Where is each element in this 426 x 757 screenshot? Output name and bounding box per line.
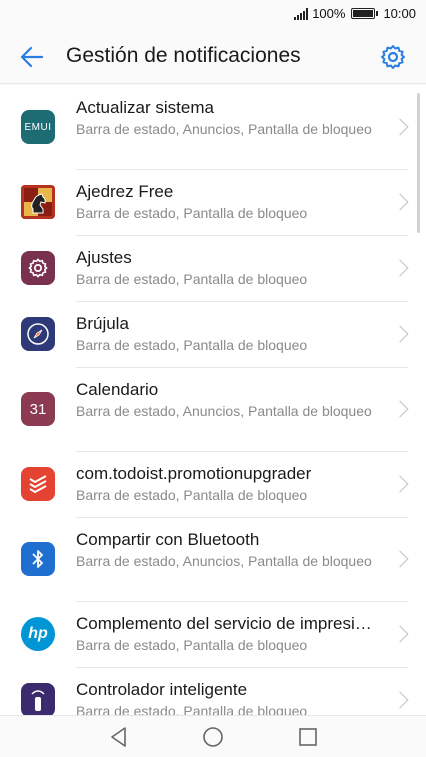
app-name: Actualizar sistema [76, 98, 214, 117]
app-notification-types: Barra de estado, Pantalla de bloqueo [76, 337, 308, 353]
list-item[interactable]: 31 Calendario Barra de estado, Anuncios,… [0, 367, 426, 452]
calendar-icon: 31 [21, 392, 55, 426]
chevron-right-icon [391, 400, 409, 418]
emui-logo-text: EMUI [24, 121, 52, 133]
app-name: Controlador inteligente [76, 680, 248, 699]
status-indicators: 100% 10:00 [294, 6, 416, 21]
app-name: com.todoist.promotionupgrader [76, 464, 312, 483]
list-item-texts: Calendario Barra de estado, Anuncios, Pa… [76, 379, 386, 421]
chevron-right-icon [391, 325, 409, 343]
chevron-right-icon [391, 691, 409, 709]
calendar-day-text: 31 [29, 400, 47, 418]
app-name: Complemento del servicio de impresi… [76, 614, 372, 633]
settings-gear-icon [21, 251, 55, 285]
app-name: Compartir con Bluetooth [76, 530, 260, 549]
list-item-texts: Ajustes Barra de estado, Pantalla de blo… [76, 247, 386, 289]
system-nav-bar [0, 715, 426, 757]
chevron-right-icon [391, 550, 409, 568]
list-item-texts: Controlador inteligente Barra de estado,… [76, 679, 386, 715]
list-item[interactable]: Ajustes Barra de estado, Pantalla de blo… [0, 235, 426, 302]
app-notification-types: Barra de estado, Anuncios, Pantalla de b… [76, 121, 372, 137]
app-notification-types: Barra de estado, Anuncios, Pantalla de b… [76, 553, 372, 569]
list-item[interactable]: Brújula Barra de estado, Pantalla de blo… [0, 301, 426, 368]
list-item[interactable]: Compartir con Bluetooth Barra de estado,… [0, 517, 426, 602]
chess-icon [21, 185, 55, 219]
clock: 10:00 [383, 6, 416, 21]
list-item-texts: Ajedrez Free Barra de estado, Pantalla d… [76, 181, 386, 223]
app-notification-types: Barra de estado, Pantalla de bloqueo [76, 637, 308, 653]
bluetooth-icon [21, 542, 55, 576]
app-notification-types: Barra de estado, Pantalla de bloqueo [76, 703, 308, 715]
list-item-texts: Brújula Barra de estado, Pantalla de blo… [76, 313, 386, 355]
hp-logo-text: hp [28, 625, 48, 642]
app-name: Ajedrez Free [76, 182, 174, 201]
remote-control-icon [21, 683, 55, 715]
signal-icon [294, 7, 309, 20]
app-name: Brújula [76, 314, 129, 333]
list-item[interactable]: Ajedrez Free Barra de estado, Pantalla d… [0, 169, 426, 236]
todoist-icon [21, 467, 55, 501]
scrollbar[interactable] [417, 93, 420, 233]
list-item[interactable]: hp Complemento del servicio de impresi… … [0, 601, 426, 668]
app-bar: Gestión de notificaciones [0, 30, 426, 84]
app-name: Ajustes [76, 248, 132, 267]
hp-icon: hp [21, 617, 55, 651]
list-item[interactable]: com.todoist.promotionupgrader Barra de e… [0, 451, 426, 518]
nav-recents-icon[interactable] [295, 724, 321, 750]
emui-update-icon: EMUI [21, 110, 55, 144]
battery-icon [351, 8, 379, 19]
list-item-texts: Actualizar sistema Barra de estado, Anun… [76, 97, 386, 139]
battery-percent: 100% [312, 6, 346, 21]
app-notification-types: Barra de estado, Pantalla de bloqueo [76, 487, 308, 503]
app-name: Calendario [76, 380, 159, 399]
app-notification-types: Barra de estado, Pantalla de bloqueo [76, 271, 308, 287]
list-item-texts: com.todoist.promotionupgrader Barra de e… [76, 463, 386, 505]
list-item[interactable]: EMUI Actualizar sistema Barra de estado,… [0, 85, 426, 170]
chevron-right-icon [391, 118, 409, 136]
back-arrow-icon[interactable] [18, 43, 46, 71]
chevron-right-icon [391, 475, 409, 493]
chevron-right-icon [391, 193, 409, 211]
app-notification-types: Barra de estado, Pantalla de bloqueo [76, 205, 308, 221]
chevron-right-icon [391, 259, 409, 277]
list-item[interactable]: Controlador inteligente Barra de estado,… [0, 667, 426, 715]
app-list[interactable]: EMUI Actualizar sistema Barra de estado,… [0, 85, 426, 715]
nav-back-icon[interactable] [106, 724, 132, 750]
status-bar: 100% 10:00 [0, 0, 426, 30]
page-title: Gestión de notificaciones [66, 44, 301, 67]
list-item-texts: Compartir con Bluetooth Barra de estado,… [76, 529, 386, 571]
list-item-texts: Complemento del servicio de impresi… Bar… [76, 613, 386, 655]
nav-home-icon[interactable] [200, 724, 226, 750]
app-notification-types: Barra de estado, Anuncios, Pantalla de b… [76, 403, 372, 419]
gear-icon[interactable] [379, 43, 407, 71]
chevron-right-icon [391, 625, 409, 643]
compass-icon [21, 317, 55, 351]
